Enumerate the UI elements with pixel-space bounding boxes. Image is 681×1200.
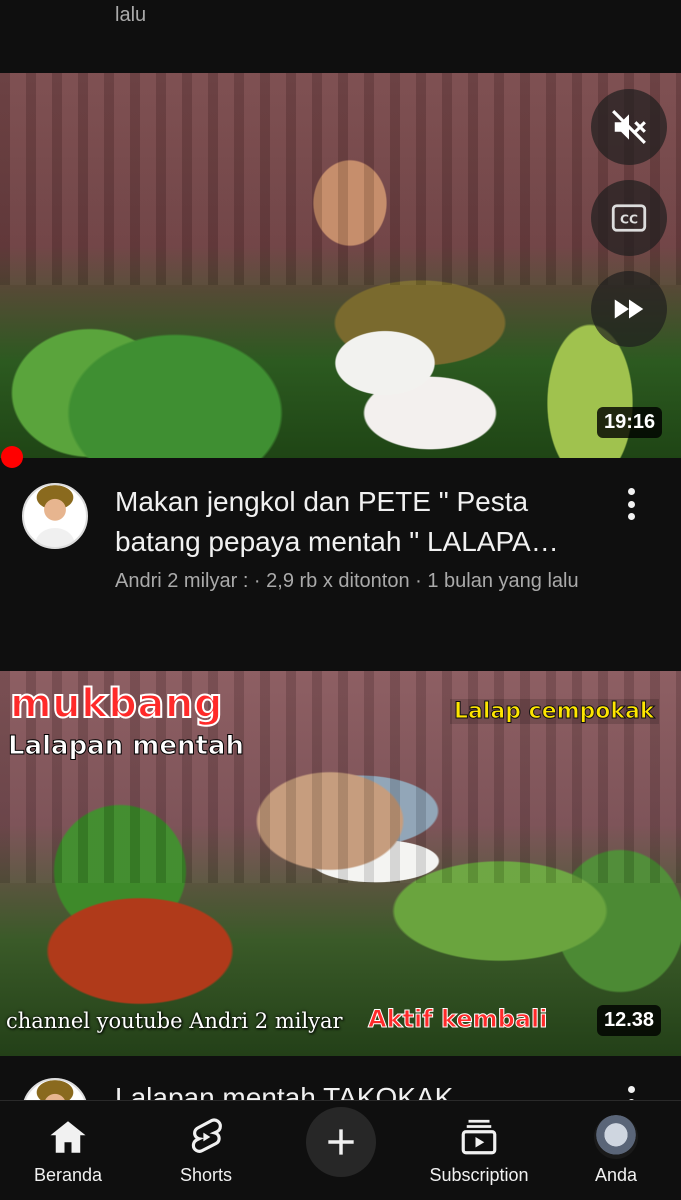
thumbnail-text-aktif: Aktif kembali xyxy=(367,1005,548,1034)
channel-avatar[interactable] xyxy=(22,1078,88,1100)
thumbnail-text-lalapan: Lalapan mentah xyxy=(7,731,245,762)
create-button[interactable] xyxy=(306,1101,376,1200)
bottom-navigation: Beranda Shorts Subscription Anda xyxy=(0,1100,681,1200)
nav-item-you[interactable]: Anda xyxy=(580,1101,652,1200)
kebab-dot xyxy=(627,513,635,520)
captions-button[interactable]: CC xyxy=(591,180,667,256)
subscriptions-icon xyxy=(457,1115,501,1159)
mute-button[interactable] xyxy=(591,89,667,165)
channel-avatar[interactable] xyxy=(22,483,88,549)
thumbnail-text-cempokak: Lalap cempokak xyxy=(450,699,659,725)
nav-label: Beranda xyxy=(33,1165,103,1185)
kebab-dot xyxy=(627,500,635,508)
kebab-dot xyxy=(627,1086,635,1093)
video-meta: Lalapan mentah TAKOKAK xyxy=(0,1056,681,1100)
kebab-dot xyxy=(627,488,635,495)
video-meta: Makan jengkol dan PETE " Pesta batang pe… xyxy=(0,458,681,638)
video-thumbnail[interactable]: mukbang Lalapan mentah Lalap cempokak ch… xyxy=(0,671,681,1056)
nav-item-home[interactable]: Beranda xyxy=(28,1101,108,1200)
svg-text:CC: CC xyxy=(620,213,638,227)
nav-label: Shorts xyxy=(179,1165,233,1185)
more-options-button[interactable] xyxy=(618,484,644,524)
mute-icon xyxy=(612,110,646,144)
video-title[interactable]: Lalapan mentah TAKOKAK xyxy=(115,1078,595,1100)
avatar xyxy=(594,1115,638,1159)
duration-badge: 19:16 xyxy=(597,407,663,438)
video-thumbnail[interactable]: CC 19:16 xyxy=(0,73,681,458)
nav-label: Subscription xyxy=(429,1165,529,1185)
nav-item-subscriptions[interactable]: Subscription xyxy=(420,1101,538,1200)
video-title[interactable]: Makan jengkol dan PETE " Pesta batang pe… xyxy=(115,482,595,562)
thumbnail-text-channel: channel youtube Andri 2 milyar xyxy=(6,1009,343,1033)
skip-forward-button[interactable] xyxy=(591,271,667,347)
previous-video-subtitle: lalu xyxy=(115,4,147,26)
fast-forward-icon xyxy=(614,299,644,319)
nav-item-shorts[interactable]: Shorts xyxy=(166,1101,246,1200)
more-options-button[interactable] xyxy=(618,1082,644,1100)
nav-label: Anda xyxy=(594,1165,638,1185)
video-subtitle: Andri 2 milyar : · 2,9 rb x ditonton · 1… xyxy=(115,570,579,592)
plus-icon xyxy=(306,1107,376,1177)
home-icon xyxy=(46,1115,90,1159)
shorts-icon xyxy=(184,1115,228,1159)
duration-badge: 12.38 xyxy=(597,1005,662,1036)
thumbnail-text-mukbang: mukbang xyxy=(9,680,224,728)
closed-captions-icon: CC xyxy=(611,204,647,232)
thumbnail-background xyxy=(0,73,681,285)
